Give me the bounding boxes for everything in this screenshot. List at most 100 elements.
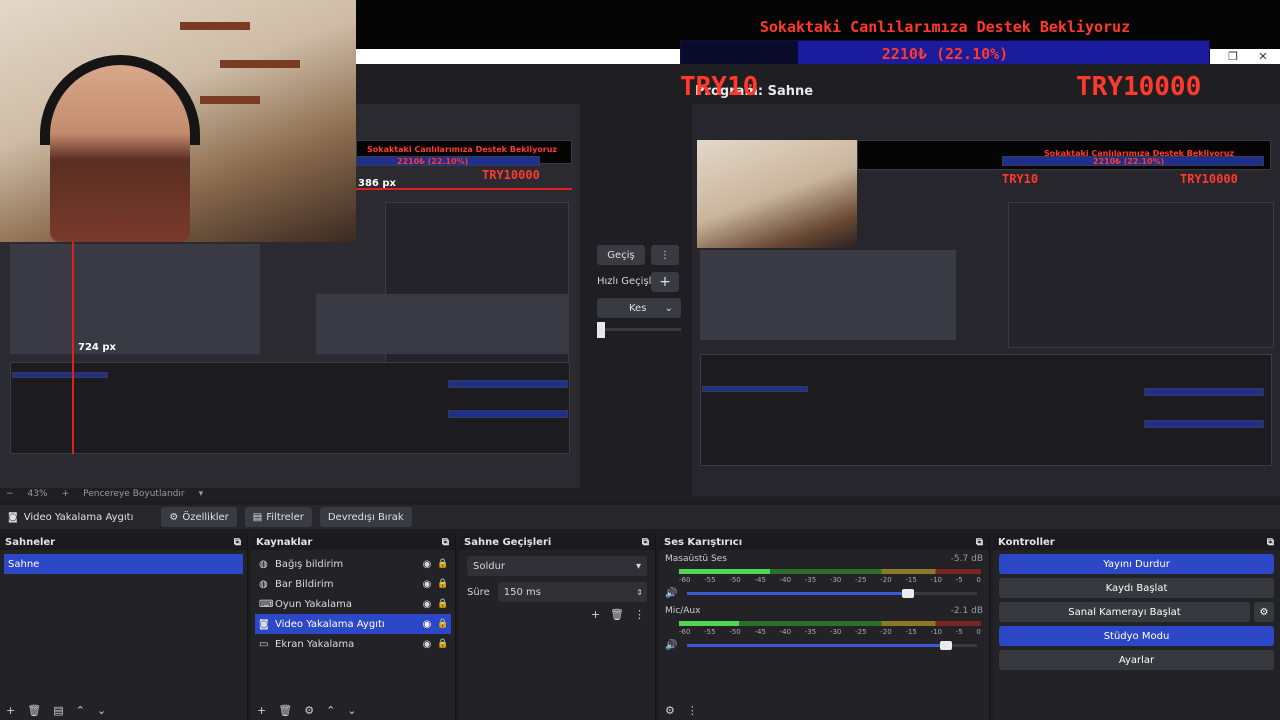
scene-item[interactable]: Sahne (4, 554, 243, 574)
program-nested-scene-row (702, 386, 808, 392)
transition-options-icon[interactable]: ⋮ (634, 608, 645, 621)
goal-big-text: TRY10000 (1076, 72, 1202, 102)
camera-icon: ◙ (8, 511, 18, 523)
source-properties-icon[interactable]: ⚙ (304, 704, 314, 717)
visibility-eye-icon[interactable]: ◉ (419, 619, 435, 630)
channel-db: -2.1 dB (950, 606, 983, 616)
meter-tick-label: -25 (855, 576, 867, 584)
settings-button[interactable]: Ayarlar (999, 650, 1274, 670)
meter-tick-label: -45 (754, 628, 766, 636)
start-recording-button[interactable]: Kaydı Başlat (999, 578, 1274, 598)
source-item[interactable]: ◍ Bağış bildirim ◉ 🔒 (255, 554, 451, 574)
chevron-down-icon[interactable]: ▾ (199, 489, 204, 499)
source-item-label: Ekran Yakalama (275, 638, 355, 650)
tbar-track[interactable] (597, 328, 681, 331)
source-item-label: Bağış bildirim (275, 558, 344, 570)
lock-icon[interactable]: 🔒 (435, 639, 451, 649)
filter-icon: ▤ (252, 511, 263, 523)
headset-icon (40, 55, 200, 145)
start-virtual-camera-button[interactable]: Sanal Kamerayı Başlat (999, 602, 1250, 622)
preview-nested-right (316, 294, 568, 354)
lock-icon[interactable]: 🔒 (435, 599, 451, 609)
meter-tick-label: -40 (779, 628, 792, 636)
volume-knob[interactable] (939, 641, 952, 650)
fit-to-window-label[interactable]: Pencereye Boyutlandır (83, 489, 184, 499)
undock-icon[interactable]: ⧉ (642, 537, 649, 548)
transition-button[interactable]: Geçiş (597, 245, 645, 265)
volume-knob[interactable] (901, 589, 914, 598)
controls-dock-header: Kontroller ⧉ (993, 534, 1280, 550)
donation-progress-bar: 2210₺ (22.10%) (680, 40, 1210, 66)
scene-filters-icon[interactable]: ▤ (53, 704, 63, 717)
mixer-settings-icon[interactable]: ⚙ (665, 704, 675, 717)
volume-slider[interactable] (687, 589, 978, 598)
deactivate-button[interactable]: Devredışı Bırak (319, 507, 412, 527)
source-item[interactable]: ▭ Ekran Yakalama ◉ 🔒 (255, 634, 451, 654)
speaker-icon[interactable]: 🔊 (665, 588, 677, 599)
undock-icon[interactable]: ⧉ (976, 537, 983, 548)
meter-tick-label: -15 (905, 576, 917, 584)
volume-fill (687, 644, 946, 647)
filters-button[interactable]: ▤ Filtreler (244, 507, 312, 527)
undock-icon[interactable]: ⧉ (442, 537, 449, 548)
undock-icon[interactable]: ⧉ (234, 537, 241, 548)
undock-icon[interactable]: ⧉ (1267, 537, 1274, 548)
move-down-icon[interactable]: ⌄ (97, 704, 106, 717)
controls-title: Kontroller (998, 536, 1055, 548)
zoom-out-icon[interactable]: − (6, 489, 14, 499)
program-mini-progress: 2210₺ (22.10%) (1002, 156, 1264, 166)
visibility-eye-icon[interactable]: ◉ (419, 559, 435, 570)
meter-tick-label: -10 (930, 576, 942, 584)
zoom-in-icon[interactable]: + (62, 489, 70, 499)
shelf-decor (180, 22, 250, 30)
stop-stream-button[interactable]: Yayını Durdur (999, 554, 1274, 574)
cut-transition-dropdown[interactable]: Kes ⌄ (597, 298, 681, 318)
donation-progress-text: 2210₺ (22.10%) (881, 45, 1009, 63)
visibility-eye-icon[interactable]: ◉ (419, 639, 435, 650)
close-window-icon[interactable]: ✕ (1254, 49, 1272, 64)
duration-input[interactable]: 150 ms ⇕ (497, 582, 647, 602)
meter-tick-label: -5 (955, 576, 963, 584)
mixer-options-icon[interactable]: ⋮ (687, 704, 698, 717)
meter-tick-label: 0 (976, 628, 981, 636)
transition-select[interactable]: Soldur ▾ (467, 556, 647, 576)
lock-icon[interactable]: 🔒 (435, 579, 451, 589)
program-nested-window (1008, 202, 1274, 348)
properties-button[interactable]: ⚙ Özellikler (161, 507, 237, 527)
add-quick-transition-icon[interactable]: + (651, 272, 679, 292)
lock-icon[interactable]: 🔒 (435, 559, 451, 569)
source-item[interactable]: ⌨ Oyun Yakalama ◉ 🔒 (255, 594, 451, 614)
speaker-icon[interactable]: 🔊 (665, 640, 677, 651)
stepper-icon[interactable]: ⇕ (636, 588, 643, 597)
visibility-eye-icon[interactable]: ◉ (419, 599, 435, 610)
add-transition-icon[interactable]: + (591, 608, 600, 621)
lock-icon[interactable]: 🔒 (435, 619, 451, 629)
add-scene-icon[interactable]: + (6, 704, 15, 717)
virtual-camera-gear-icon[interactable]: ⚙ (1254, 602, 1274, 622)
move-up-icon[interactable]: ⌃ (76, 704, 85, 717)
tbar-handle[interactable] (597, 322, 605, 338)
remove-transition-icon[interactable]: 🗑 (610, 608, 624, 621)
visibility-eye-icon[interactable]: ◉ (419, 579, 435, 590)
remove-scene-icon[interactable]: 🗑 (27, 704, 41, 717)
controls-dock: Kontroller ⧉ Yayını Durdur Kaydı Başlat … (993, 534, 1280, 720)
source-item-label: Bar Bildirim (275, 578, 334, 590)
channel-name: Mic/Aux (665, 606, 701, 616)
source-item[interactable]: ◍ Bar Bildirim ◉ 🔒 (255, 574, 451, 594)
studio-mode-button[interactable]: Stüdyo Modu (999, 626, 1274, 646)
duration-label: Süre (467, 586, 490, 598)
remove-source-icon[interactable]: 🗑 (278, 704, 292, 717)
volume-slider[interactable] (687, 641, 978, 650)
meter-tick-label: -45 (754, 576, 766, 584)
source-item-selected[interactable]: ◙ Video Yakalama Aygıtı ◉ 🔒 (255, 614, 451, 634)
move-up-icon[interactable]: ⌃ (326, 704, 335, 717)
restore-window-icon[interactable]: ❐ (1224, 49, 1242, 64)
mixer-dock-header: Ses Karıştırıcı ⧉ (659, 534, 989, 550)
transitions-dock-header: Sahne Geçişleri ⧉ (459, 534, 655, 550)
move-down-icon[interactable]: ⌄ (347, 704, 356, 717)
add-source-icon[interactable]: + (257, 704, 266, 717)
program-nested-ctrl-btn-2 (1144, 420, 1264, 428)
preview-zoom-bar: − 43% + Pencereye Boyutlandır ▾ (0, 487, 580, 501)
preview-mini-progress: 2210₺ (22.10%) (356, 156, 540, 166)
transition-menu-icon[interactable]: ⋮ (651, 245, 679, 265)
